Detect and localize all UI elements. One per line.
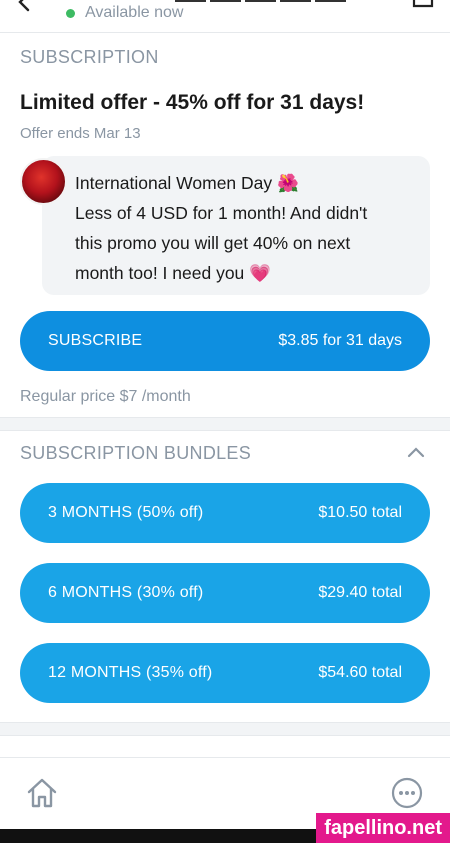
regular-price: Regular price $7 /month: [20, 388, 191, 405]
thumbnail: [175, 0, 206, 2]
divider: [0, 32, 450, 33]
thumbnail-strip: [175, 0, 346, 2]
subscribe-button-label: SUBSCRIBE: [48, 332, 143, 349]
bundle-price: $29.40 total: [318, 584, 402, 601]
section-divider: [0, 417, 450, 431]
bundle-label: 6 MONTHS (30% off): [48, 584, 204, 601]
subscription-section-title: SUBSCRIPTION: [20, 47, 159, 67]
message-line: this promo you will get 40% on next: [75, 233, 351, 253]
home-icon[interactable]: [25, 776, 59, 810]
online-status-dot: [66, 9, 75, 18]
bundle-price: $54.60 total: [318, 664, 402, 681]
thumbnail: [245, 0, 276, 2]
message-line: Less of 4 USD for 1 month! And didn't: [75, 203, 368, 223]
subscribe-button[interactable]: SUBSCRIBE $3.85 for 31 days: [20, 311, 430, 371]
bundle-price: $10.50 total: [318, 504, 402, 521]
thumbnail: [280, 0, 311, 2]
more-icon[interactable]: [390, 776, 424, 810]
subscribe-button-price: $3.85 for 31 days: [278, 332, 402, 349]
message-line: International Women Day 🌺: [75, 173, 299, 193]
bundle-12-months-button[interactable]: 12 MONTHS (35% off) $54.60 total: [20, 643, 430, 703]
thumbnail: [210, 0, 241, 2]
avatar[interactable]: [20, 158, 67, 205]
promo-message-text: International Women Day 🌺 Less of 4 USD …: [75, 168, 425, 288]
thumbnail: [315, 0, 346, 2]
chevron-up-icon[interactable]: [406, 445, 426, 459]
arrow-left-icon[interactable]: [14, 0, 38, 12]
share-icon[interactable]: [412, 0, 434, 10]
offer-expiry: Offer ends Mar 13: [20, 125, 141, 142]
bundles-section-title: SUBSCRIPTION BUNDLES: [20, 443, 252, 463]
bundle-6-months-button[interactable]: 6 MONTHS (30% off) $29.40 total: [20, 563, 430, 623]
bundle-3-months-button[interactable]: 3 MONTHS (50% off) $10.50 total: [20, 483, 430, 543]
message-line: month too! I need you 💗: [75, 263, 271, 283]
availability-status: Available now: [85, 4, 184, 21]
top-bar: Available now: [0, 0, 450, 32]
bundle-label: 12 MONTHS (35% off): [48, 664, 213, 681]
watermark: fapellino.net: [316, 813, 450, 843]
section-divider: [0, 722, 450, 736]
bundle-label: 3 MONTHS (50% off): [48, 504, 204, 521]
offer-title: Limited offer - 45% off for 31 days!: [20, 91, 365, 114]
